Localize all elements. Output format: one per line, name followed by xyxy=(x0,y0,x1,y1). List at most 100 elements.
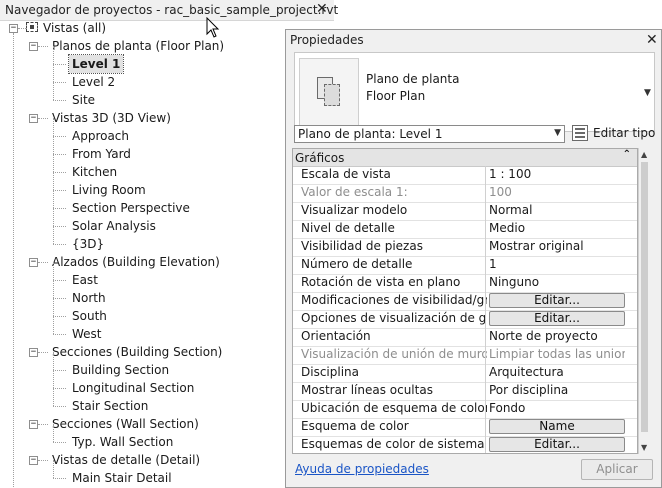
property-value[interactable]: 1 : 100 xyxy=(489,167,625,181)
property-name: Orientación xyxy=(301,329,371,343)
project-browser-titlebar: Navegador de proyectos - rac_basic_sampl… xyxy=(0,0,338,21)
tree-connector xyxy=(53,460,54,478)
tree-connector xyxy=(53,388,66,389)
tree-connector xyxy=(53,334,66,335)
tree-view-item[interactable]: Site xyxy=(72,91,95,109)
column-divider xyxy=(485,382,486,400)
collapse-icon[interactable]: − xyxy=(29,420,38,429)
column-divider xyxy=(485,274,486,292)
edit-type-button[interactable]: Editar tipo xyxy=(593,126,655,140)
tree-view-item[interactable]: Level 1 xyxy=(67,54,125,74)
properties-help-link[interactable]: Ayuda de propiedades xyxy=(295,462,429,476)
property-value[interactable]: Por disciplina xyxy=(489,383,625,397)
scroll-thumb[interactable] xyxy=(641,162,648,432)
tree-connector xyxy=(53,208,54,226)
property-edit-button[interactable]: Name xyxy=(489,419,625,434)
tree-connector xyxy=(18,28,26,29)
property-value[interactable]: Fondo xyxy=(489,401,625,415)
property-edit-button[interactable]: Editar... xyxy=(489,437,625,452)
property-row: Modificaciones de visibilidad/grá...Edit… xyxy=(293,292,637,311)
tree-view-item[interactable]: Approach xyxy=(72,127,129,145)
property-name: Nivel de detalle xyxy=(301,221,395,235)
tree-view-item[interactable]: Stair Section xyxy=(72,397,148,415)
tree-root-views[interactable]: Vistas (all) xyxy=(43,19,106,37)
property-row: Opciones de visualización de grá...Edita… xyxy=(293,310,637,329)
collapse-icon[interactable]: − xyxy=(29,114,38,123)
property-value[interactable]: Medio xyxy=(489,221,625,235)
property-row: Ubicación de esquema de color Fondo xyxy=(293,400,637,419)
tree-view-item[interactable]: Living Room xyxy=(72,181,146,199)
mouse-cursor-icon xyxy=(206,17,220,38)
property-value[interactable]: Arquitectura xyxy=(489,365,625,379)
property-row: Visualización de unión de muros Limpiar t… xyxy=(293,346,637,365)
property-value[interactable]: Ninguno xyxy=(489,275,625,289)
tree-connector xyxy=(53,424,54,442)
tree-category[interactable]: Vistas de detalle (Detail) xyxy=(52,451,200,469)
properties-scrollbar[interactable]: ▲ ▼ xyxy=(638,148,651,454)
apply-button[interactable]: Aplicar xyxy=(581,459,653,480)
tree-view-item[interactable]: North xyxy=(72,289,106,307)
tree-view-item[interactable]: {3D} xyxy=(72,235,104,253)
tree-connector xyxy=(53,154,54,172)
properties-title: Propiedades xyxy=(290,33,364,47)
dropdown-arrow-icon[interactable]: ▼ xyxy=(644,88,651,98)
collapse-icon[interactable]: − xyxy=(29,456,38,465)
tree-view-item[interactable]: Main Stair Detail xyxy=(72,469,172,487)
column-divider xyxy=(485,184,486,202)
property-value[interactable]: Norte de proyecto xyxy=(489,329,625,343)
close-icon[interactable]: ✕ xyxy=(646,33,658,47)
close-icon[interactable]: ✕ xyxy=(316,2,328,16)
property-value[interactable]: 1 xyxy=(489,257,625,271)
collapse-icon[interactable]: − xyxy=(29,348,38,357)
property-value[interactable]: Mostrar original xyxy=(489,239,625,253)
property-row: Escala de vista 1 : 100 xyxy=(293,166,637,185)
property-name: Escala de vista xyxy=(301,167,391,181)
tree-connector xyxy=(53,298,54,316)
tree-view-item[interactable]: Section Perspective xyxy=(72,199,190,217)
edit-type-icon[interactable] xyxy=(572,125,588,141)
property-name: Número de detalle xyxy=(301,257,413,271)
tree-view-item[interactable]: East xyxy=(72,271,98,289)
tree-category[interactable]: Secciones (Building Section) xyxy=(52,343,222,361)
tree-view-item[interactable]: Typ. Wall Section xyxy=(72,433,173,451)
tree-view-item[interactable]: Kitchen xyxy=(72,163,117,181)
column-divider xyxy=(485,400,486,418)
collapse-icon[interactable]: − xyxy=(29,42,38,51)
tree-connector xyxy=(53,172,66,173)
property-edit-button[interactable]: Editar... xyxy=(489,293,625,308)
property-value[interactable]: Normal xyxy=(489,203,625,217)
group-header-graphics[interactable]: Gráficos ⌃ xyxy=(293,149,637,167)
property-row: Esquema de color Name xyxy=(293,418,637,437)
tree-view-item[interactable]: Longitudinal Section xyxy=(72,379,194,397)
tree-connector xyxy=(53,280,66,281)
tree-view-item[interactable]: Solar Analysis xyxy=(72,217,156,235)
tree-view-item[interactable]: From Yard xyxy=(72,145,131,163)
property-name: Disciplina xyxy=(301,365,360,379)
tree-category[interactable]: Vistas 3D (3D View) xyxy=(52,109,171,127)
tree-view-item[interactable]: Building Section xyxy=(72,361,169,379)
type-selector[interactable]: Plano de planta Floor Plan ▼ xyxy=(294,52,655,132)
property-name: Esquemas de color de sistema xyxy=(301,437,485,451)
property-name: Opciones de visualización de grá... xyxy=(301,311,487,325)
tree-connector xyxy=(38,424,48,425)
tree-category[interactable]: Secciones (Wall Section) xyxy=(52,415,199,433)
property-row: Disciplina Arquitectura xyxy=(293,364,637,383)
property-name: Mostrar líneas ocultas xyxy=(301,383,433,397)
tree-connector xyxy=(53,316,66,317)
scroll-down-icon[interactable]: ▼ xyxy=(641,443,647,452)
instance-filter-dropdown[interactable]: Plano de planta: Level 1 ▼ xyxy=(294,125,565,143)
tree-connector xyxy=(53,118,54,136)
tree-connector xyxy=(53,226,54,244)
tree-view-item[interactable]: Level 2 xyxy=(72,73,115,91)
collapse-icon[interactable]: ⌃ xyxy=(623,149,631,160)
collapse-icon[interactable]: − xyxy=(9,24,18,33)
scroll-up-icon[interactable]: ▲ xyxy=(641,150,647,159)
tree-view-item[interactable]: West xyxy=(72,325,102,343)
property-edit-button[interactable]: Editar... xyxy=(489,311,625,326)
project-browser-panel: Navegador de proyectos - rac_basic_sampl… xyxy=(0,0,338,488)
tree-category[interactable]: Alzados (Building Elevation) xyxy=(52,253,220,271)
tree-category[interactable]: Planos de planta (Floor Plan) xyxy=(52,37,224,55)
property-name: Visualizar modelo xyxy=(301,203,408,217)
tree-view-item[interactable]: South xyxy=(72,307,107,325)
collapse-icon[interactable]: − xyxy=(29,258,38,267)
